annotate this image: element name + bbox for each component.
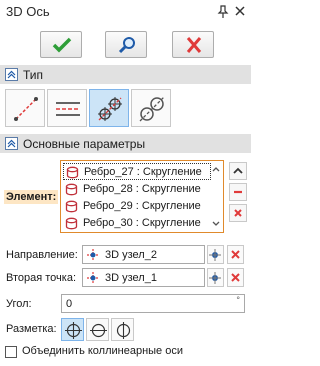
cross-icon	[234, 209, 242, 217]
list-item-label: Ребро_30 : Скругление	[83, 217, 201, 229]
collapse-icon[interactable]	[5, 137, 18, 150]
angle-label: Угол:	[6, 298, 32, 310]
second-point-field[interactable]: 3D узел_1	[82, 268, 205, 287]
cross-icon	[186, 37, 202, 53]
scroll-up-icon[interactable]	[210, 164, 222, 174]
direction-clear-button[interactable]	[227, 245, 244, 264]
two-circles-icon	[139, 96, 165, 122]
list-item[interactable]: Ребро_28 : Скругление	[63, 181, 211, 198]
type-two-circles-button[interactable]	[131, 89, 171, 127]
angle-value: 0	[66, 298, 73, 310]
list-item-label: Ребро_27 : Скругление	[84, 166, 202, 178]
minus-icon	[234, 190, 242, 194]
move-up-button[interactable]	[229, 162, 247, 180]
type-section-header[interactable]: Тип	[0, 65, 251, 84]
pin-icon[interactable]	[217, 5, 229, 19]
list-item[interactable]: Ребро_29 : Скругление	[63, 198, 211, 215]
cancel-button[interactable]	[172, 31, 214, 58]
scroll-down-icon[interactable]	[210, 219, 222, 229]
list-item[interactable]: Ребро_27 : Скругление	[63, 163, 211, 180]
direction-value: 3D узел_2	[105, 249, 157, 261]
marking-cross-button[interactable]	[61, 318, 84, 341]
element-listbox[interactable]: Ребро_27 : Скругление Ребро_28 : Скругле…	[60, 160, 224, 233]
checkmark-icon	[52, 37, 72, 53]
angle-unit: °	[236, 295, 240, 305]
type-through-points-button[interactable]	[89, 89, 129, 127]
diagonal-line-icon	[14, 97, 38, 121]
angle-input[interactable]: 0 °	[61, 294, 245, 313]
marking-label: Разметка:	[6, 323, 57, 335]
ok-button[interactable]	[40, 31, 82, 58]
pick-node-icon	[209, 249, 221, 261]
list-scrollbar[interactable]	[210, 162, 222, 231]
clear-list-button[interactable]	[229, 204, 247, 222]
second-point-value: 3D узел_1	[105, 272, 157, 284]
preview-button[interactable]	[105, 31, 147, 58]
crosshair-circle-icon	[65, 322, 82, 339]
params-section-header[interactable]: Основные параметры	[0, 134, 251, 153]
cross-icon	[231, 273, 240, 282]
type-section-label: Тип	[23, 68, 44, 82]
type-line-two-points-button[interactable]	[5, 89, 45, 127]
fillet-edge-icon	[65, 217, 78, 230]
direction-label: Направление:	[6, 249, 78, 261]
cross-icon	[231, 250, 240, 259]
circle-horizontal-line-icon	[90, 323, 107, 338]
fillet-edge-icon	[66, 166, 79, 179]
list-item-label: Ребро_28 : Скругление	[83, 183, 201, 195]
second-point-pick-button[interactable]	[207, 268, 224, 287]
collapse-icon[interactable]	[5, 68, 18, 81]
marking-vertical-button[interactable]	[111, 318, 134, 341]
second-point-label: Вторая точка:	[6, 272, 77, 284]
title-bar: 3D Ось	[0, 0, 251, 24]
parallel-lines-icon	[56, 102, 80, 116]
remove-item-button[interactable]	[229, 183, 247, 201]
node-icon	[87, 249, 99, 261]
window-title: 3D Ось	[6, 4, 50, 19]
marking-horizontal-button[interactable]	[86, 318, 109, 341]
pick-node-icon	[209, 272, 221, 284]
type-parallel-lines-button[interactable]	[47, 89, 87, 127]
fillet-edge-icon	[65, 183, 78, 196]
collinear-label: Объединить коллинеарные оси	[22, 345, 183, 357]
circle-vertical-line-icon	[116, 322, 131, 339]
params-section-label: Основные параметры	[23, 137, 146, 151]
second-point-clear-button[interactable]	[227, 268, 244, 287]
fillet-edge-icon	[65, 200, 78, 213]
collinear-checkbox[interactable]	[5, 346, 17, 358]
direction-pick-button[interactable]	[207, 245, 224, 264]
chevron-up-icon	[233, 167, 243, 174]
element-label: Элемент:	[4, 190, 59, 204]
list-item[interactable]: Ребро_30 : Скругление	[63, 215, 211, 232]
magnifier-icon	[118, 37, 135, 54]
target-points-icon	[98, 97, 122, 121]
direction-field[interactable]: 3D узел_2	[82, 245, 205, 264]
list-item-label: Ребро_29 : Скругление	[83, 200, 201, 212]
close-icon[interactable]	[234, 4, 246, 18]
node-icon	[87, 272, 99, 284]
